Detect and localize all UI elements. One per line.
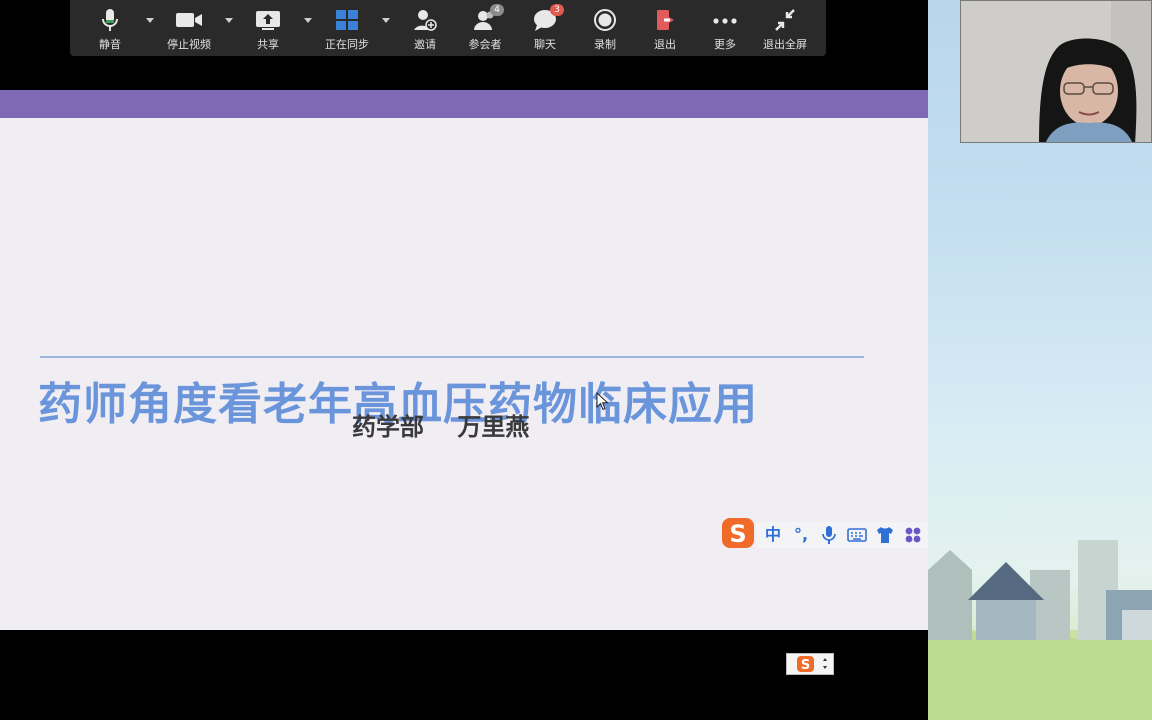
chevron-down-icon	[225, 18, 233, 23]
participants-button[interactable]: 4 参会者	[453, 4, 517, 54]
sync-options-caret[interactable]	[380, 14, 392, 26]
mouse-cursor-icon	[596, 392, 609, 411]
record-label: 录制	[594, 38, 616, 51]
add-user-icon	[410, 8, 440, 32]
microphone-icon	[95, 8, 125, 32]
share-options-caret[interactable]	[302, 14, 314, 26]
sync-grid-icon	[332, 8, 362, 32]
shirt-icon	[877, 527, 893, 543]
video-options-caret[interactable]	[223, 14, 235, 26]
chevron-down-icon	[146, 18, 154, 23]
record-icon	[590, 8, 620, 32]
share-screen-icon	[253, 8, 283, 32]
more-button[interactable]: 更多	[693, 4, 757, 54]
shared-screen-area: 静音 停止视频 共享 正在同步 邀请 4 参会者 3 聊天 录制 退出 更多 退…	[0, 0, 928, 720]
mute-label: 静音	[99, 38, 121, 51]
exit-fullscreen-label: 退出全屏	[763, 38, 807, 51]
share-button[interactable]: 共享	[236, 4, 300, 54]
side-panel	[928, 0, 1152, 720]
ime-button-bar: 中 °,	[756, 522, 928, 548]
more-icon	[710, 8, 740, 32]
slide-divider	[40, 356, 864, 358]
leave-label: 退出	[654, 38, 676, 51]
stop-video-button[interactable]: 停止视频	[157, 4, 221, 54]
exit-fullscreen-button[interactable]: 退出全屏	[753, 4, 817, 54]
video-camera-icon	[174, 8, 204, 32]
sogou-logo-icon[interactable]: S	[720, 516, 756, 550]
participant-video-tile[interactable]	[960, 0, 1152, 143]
leave-button[interactable]: 退出	[633, 4, 697, 54]
ime-chinese-mode-button[interactable]: 中	[762, 525, 784, 545]
invite-label: 邀请	[414, 38, 436, 51]
chat-unread-badge: 3	[550, 4, 564, 16]
chat-label: 聊天	[534, 38, 556, 51]
slide-header-bar	[0, 90, 928, 118]
apps-icon	[905, 527, 921, 543]
participants-label: 参会者	[468, 38, 502, 51]
exit-icon	[650, 8, 680, 32]
slide-author: 药学部 万里燕	[352, 413, 530, 441]
ime-status-indicator[interactable]: S	[786, 653, 834, 675]
chat-icon: 3	[530, 4, 564, 32]
syncing-button[interactable]: 正在同步	[315, 4, 379, 54]
participants-count-badge: 4	[490, 4, 504, 16]
svg-text:S: S	[729, 520, 746, 548]
syncing-label: 正在同步	[325, 38, 369, 51]
sogou-ime-toolbar: S 中 °,	[720, 516, 928, 550]
microphone-icon	[822, 526, 836, 544]
invite-button[interactable]: 邀请	[393, 4, 457, 54]
ime-keyboard-button[interactable]	[846, 525, 868, 545]
ime-skin-button[interactable]	[874, 525, 896, 545]
record-button[interactable]: 录制	[573, 4, 637, 54]
chevron-down-icon	[304, 18, 312, 23]
ime-apps-button[interactable]	[902, 525, 924, 545]
wallpaper-city-illustration	[928, 540, 1152, 720]
participant-avatar	[961, 1, 1151, 142]
stop-video-label: 停止视频	[167, 38, 211, 51]
participants-icon: 4	[470, 4, 504, 32]
exit-fullscreen-icon	[770, 8, 800, 32]
share-label: 共享	[257, 38, 279, 51]
chevron-down-icon	[382, 18, 390, 23]
more-label: 更多	[714, 38, 736, 51]
sogou-logo-icon: S	[797, 656, 827, 673]
keyboard-icon	[847, 528, 867, 542]
svg-text:S: S	[801, 658, 810, 673]
meeting-toolbar: 静音 停止视频 共享 正在同步 邀请 4 参会者 3 聊天 录制 退出 更多 退…	[70, 0, 826, 56]
mute-button[interactable]: 静音	[78, 4, 142, 54]
chat-button[interactable]: 3 聊天	[513, 4, 577, 54]
ime-voice-button[interactable]	[818, 525, 840, 545]
ime-punctuation-button[interactable]: °,	[790, 525, 812, 545]
audio-options-caret[interactable]	[144, 14, 156, 26]
